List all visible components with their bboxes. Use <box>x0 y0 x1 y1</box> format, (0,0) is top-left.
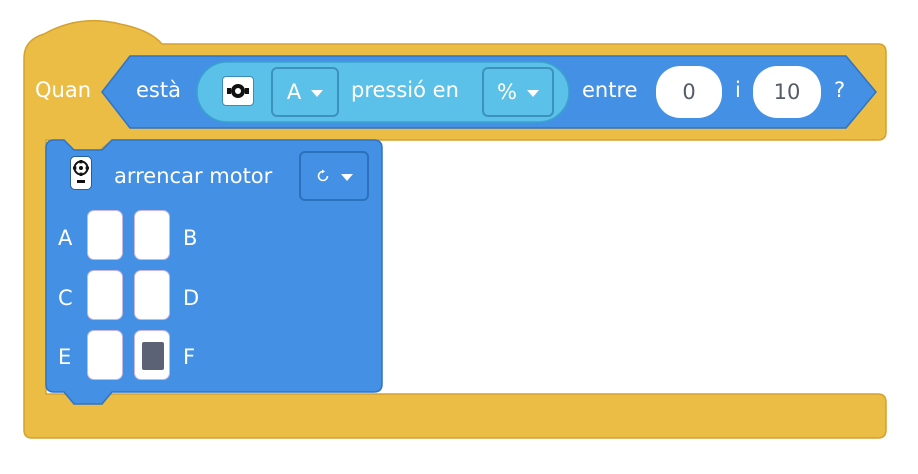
port-d-toggle[interactable] <box>134 270 170 320</box>
chevron-down-icon <box>341 173 353 181</box>
port-a-toggle[interactable] <box>87 210 123 260</box>
port-b-label: B <box>183 226 198 250</box>
port-f-label: F <box>183 345 196 369</box>
port-c-label: C <box>58 286 73 310</box>
clockwise-icon <box>317 169 329 182</box>
port-b-toggle[interactable] <box>134 210 170 260</box>
port-a-label: A <box>58 226 73 250</box>
port-d-label: D <box>183 286 200 310</box>
direction-dropdown[interactable] <box>299 151 369 201</box>
port-e-label: E <box>58 345 72 369</box>
port-f-toggle[interactable] <box>134 330 170 380</box>
port-c-toggle[interactable] <box>87 270 123 320</box>
motor-icon <box>70 156 92 190</box>
port-e-toggle[interactable] <box>87 330 123 380</box>
start-motor-label: arrencar motor <box>114 164 273 188</box>
